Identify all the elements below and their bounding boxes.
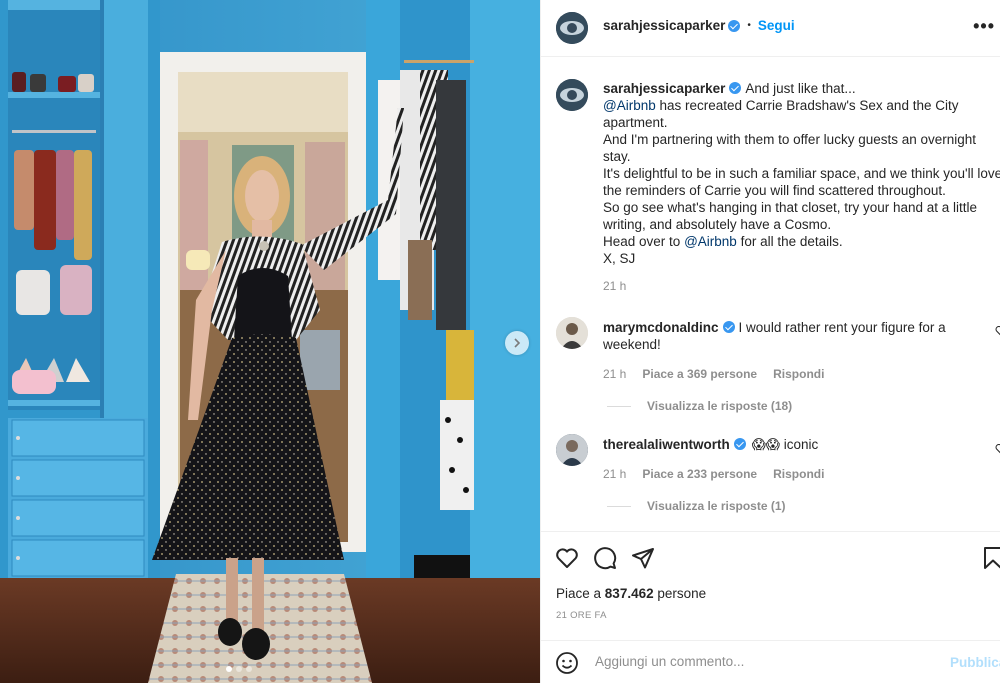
caption-line: And just like that... <box>745 81 856 96</box>
avatar[interactable] <box>556 12 588 44</box>
post-photo[interactable] <box>0 0 540 683</box>
post-actions: Piace a 837.462 persone 21 ORE FA <box>541 531 1000 640</box>
mention-link[interactable]: @Airbnb <box>603 98 656 113</box>
comment-time[interactable]: 21 h <box>603 367 626 381</box>
carousel-dot <box>236 666 242 672</box>
caption-line: It's delightful to be in such a familiar… <box>603 166 1000 181</box>
comment-meta: 21 h Piace a 233 persone Rispondi <box>603 467 824 481</box>
comment-username[interactable]: therealaliwentworth <box>603 437 730 452</box>
view-replies-button[interactable]: Visualizza le risposte (18) <box>607 399 792 413</box>
caption-line: for all the details. <box>740 234 843 249</box>
comment-text: therealaliwentworth 😱😱 iconic <box>603 436 1000 453</box>
caption-text: sarahjessicaparker And just like that... … <box>603 80 1000 267</box>
comment-likes[interactable]: Piace a 369 persone <box>642 367 757 381</box>
view-replies-label: Visualizza le risposte (1) <box>647 499 786 513</box>
separator: • <box>747 20 751 31</box>
follow-button[interactable]: Segui <box>758 18 795 33</box>
likes-number: 837.462 <box>604 586 654 601</box>
caption-time[interactable]: 21 h <box>603 279 626 293</box>
caption-avatar[interactable] <box>556 79 588 111</box>
heart-icon[interactable] <box>995 325 1000 337</box>
reply-button[interactable]: Rispondi <box>773 367 824 381</box>
comment-avatar[interactable] <box>556 434 588 466</box>
emoji-icon[interactable] <box>555 651 579 675</box>
comment-likes[interactable]: Piace a 233 persone <box>642 467 757 481</box>
publish-button[interactable]: Pubblica <box>950 655 1000 670</box>
likes-suffix: persone <box>657 586 707 601</box>
avatar-image <box>556 434 588 466</box>
share-icon[interactable] <box>631 546 655 570</box>
caption-line: So go see what's hanging in that closet,… <box>603 200 978 215</box>
comments-list[interactable]: sarahjessicaparker And just like that... … <box>541 57 1000 530</box>
verified-icon <box>729 82 742 94</box>
verified-icon <box>728 19 741 32</box>
caption-line: has recreated Carrie Bradshaw's Sex and … <box>659 98 959 113</box>
comment-body: weekend! <box>603 337 661 352</box>
header-username[interactable]: sarahjessicaparker <box>603 18 725 33</box>
carousel-dot <box>246 666 252 672</box>
comment-text: marymcdonaldinc I would rather rent your … <box>603 319 1000 353</box>
mention-link[interactable]: @Airbnb <box>684 234 737 249</box>
comment-body: I would rather rent your figure for a <box>738 320 946 335</box>
likes-prefix: Piace a <box>556 586 602 601</box>
replies-line <box>607 405 631 407</box>
comment-meta: 21 h Piace a 369 persone Rispondi <box>603 367 824 381</box>
comment-emoji: 😱😱 <box>751 437 780 452</box>
carousel-next-button[interactable] <box>505 331 529 355</box>
add-comment-bar: Pubblica <box>541 640 1000 684</box>
caption-meta: 21 h <box>603 279 626 293</box>
caption-line: And I'm partnering with them to offer lu… <box>603 132 977 147</box>
carousel-dot <box>226 666 232 672</box>
closet-scene <box>0 0 540 683</box>
avatar-image <box>556 317 588 349</box>
more-icon[interactable]: ••• <box>973 16 995 37</box>
view-replies-button[interactable]: Visualizza le risposte (1) <box>607 499 786 513</box>
caption-line: stay. <box>603 149 631 164</box>
view-replies-label: Visualizza le risposte (18) <box>647 399 793 413</box>
caption-line: X, SJ <box>603 251 636 266</box>
comment-username[interactable]: marymcdonaldinc <box>603 320 719 335</box>
comment-time[interactable]: 21 h <box>603 467 626 481</box>
avatar-image <box>556 79 588 111</box>
comment-avatar[interactable] <box>556 317 588 349</box>
caption-username[interactable]: sarahjessicaparker <box>603 81 725 96</box>
avatar-image <box>556 12 588 44</box>
heart-icon[interactable] <box>995 443 1000 455</box>
caption-line: apartment. <box>603 115 668 130</box>
comment-input[interactable] <box>593 653 937 670</box>
reply-button[interactable]: Rispondi <box>773 467 824 481</box>
carousel-dots <box>226 666 252 672</box>
verified-icon <box>722 321 735 333</box>
caption-line: writing, and absolutely have a Cosmo. <box>603 217 832 232</box>
heart-icon[interactable] <box>555 546 579 570</box>
replies-line <box>607 505 631 507</box>
caption-line: the reminders of Carrie you will find sc… <box>603 183 946 198</box>
likes-count[interactable]: Piace a 837.462 persone <box>556 586 706 601</box>
chevron-right-icon <box>514 338 521 348</box>
comment-icon[interactable] <box>593 546 617 570</box>
caption-line: Head over to <box>603 234 681 249</box>
post-header: sarahjessicaparker • Segui ••• <box>541 0 1000 57</box>
post-side-panel: sarahjessicaparker • Segui ••• sarahjess… <box>540 0 1000 683</box>
post-time[interactable]: 21 ORE FA <box>556 610 607 621</box>
comment-body: iconic <box>783 437 819 452</box>
verified-icon <box>733 438 746 450</box>
bookmark-icon[interactable] <box>981 546 1000 570</box>
